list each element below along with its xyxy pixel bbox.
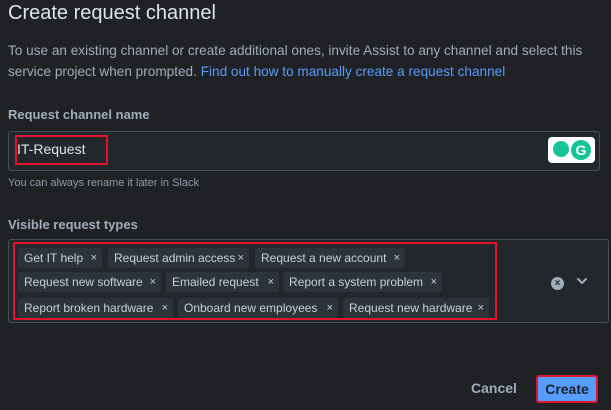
create-button[interactable]: Create xyxy=(536,375,598,403)
remove-chip-icon[interactable]: × xyxy=(162,298,168,318)
request-types-label: Visible request types xyxy=(8,217,138,232)
dialog-title: Create request channel xyxy=(8,2,216,24)
channel-name-hint: You can always rename it later in Slack xyxy=(8,177,199,189)
cancel-button[interactable]: Cancel xyxy=(464,374,524,402)
chip-report-broken-hardware: Report broken hardware × xyxy=(18,298,173,318)
chip-label: Request admin access xyxy=(114,251,236,265)
remove-chip-icon[interactable]: × xyxy=(150,272,156,292)
grammarly-logo-icon: G xyxy=(571,140,591,160)
chevron-down-icon[interactable] xyxy=(575,274,589,288)
chip-label: Report broken hardware xyxy=(24,301,154,315)
remove-chip-icon[interactable]: × xyxy=(394,248,400,268)
chip-request-a-new-account: Request a new account × xyxy=(255,248,405,268)
chip-label: Request new software xyxy=(24,275,143,289)
clear-icon[interactable]: × xyxy=(551,277,564,290)
dialog-description: To use an existing channel or create add… xyxy=(8,40,604,82)
chip-label: Request a new account xyxy=(261,251,387,265)
channel-name-label: Request channel name xyxy=(8,107,150,122)
remove-chip-icon[interactable]: × xyxy=(238,248,244,268)
channel-name-field[interactable]: IT-Request G xyxy=(8,131,600,171)
remove-chip-icon[interactable]: × xyxy=(478,298,484,318)
remove-chip-icon[interactable]: × xyxy=(431,272,437,292)
chip-request-admin-access: Request admin access × xyxy=(108,248,249,268)
chip-label: Report a system problem xyxy=(289,275,424,289)
chip-label: Request new hardware xyxy=(349,301,473,315)
grammarly-assist-icon xyxy=(553,141,569,157)
chip-label: Get IT help xyxy=(24,251,84,265)
chip-label: Onboard new employees xyxy=(184,301,318,315)
channel-name-value: IT-Request xyxy=(17,141,86,157)
chip-onboard-new-employees: Onboard new employees × xyxy=(178,298,338,318)
remove-chip-icon[interactable]: × xyxy=(268,272,274,292)
manual-setup-link[interactable]: Find out how to manually create a reques… xyxy=(201,64,506,79)
chip-label: Emailed request xyxy=(172,275,259,289)
channel-name-input[interactable]: IT-Request xyxy=(15,135,108,165)
chip-emailed-request: Emailed request × xyxy=(166,272,279,292)
chip-request-new-software: Request new software × xyxy=(18,272,161,292)
chip-report-a-system-problem: Report a system problem × xyxy=(283,272,442,292)
remove-chip-icon[interactable]: × xyxy=(91,248,97,268)
chip-request-new-hardware: Request new hardware × xyxy=(343,298,489,318)
grammarly-icon[interactable]: G xyxy=(548,137,595,163)
remove-chip-icon[interactable]: × xyxy=(327,298,333,318)
request-types-select[interactable]: Get IT help × Request admin access × Req… xyxy=(8,239,609,323)
chip-get-it-help: Get IT help × xyxy=(18,248,102,268)
